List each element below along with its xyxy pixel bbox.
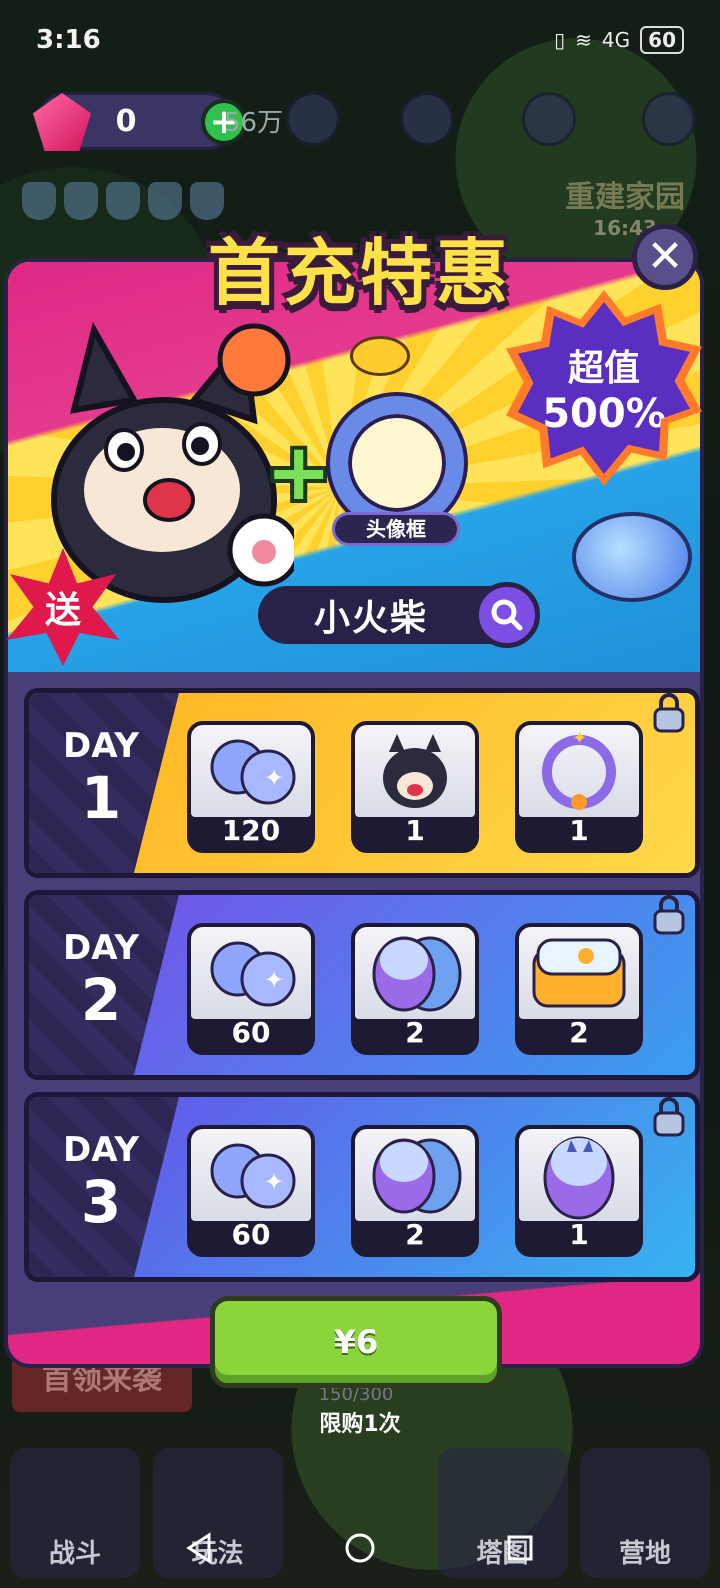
day-label: DAY 2 [51,931,151,1029]
svg-text:✦: ✦ [264,1168,284,1196]
reward-count: 1 [569,1218,589,1251]
status-icons: ▯ ≋ 4G 60 [554,26,684,54]
reward-item[interactable]: 2 [351,1125,479,1257]
avatar-frame-preview [330,396,464,530]
day-number: 3 [80,1168,122,1236]
recents-button[interactable] [500,1528,540,1568]
value-badge-line2: 500% [542,391,666,437]
battery-icon: 60 [640,26,684,54]
capsule-egg-decoration-icon [572,512,692,602]
capsule-egg-icon [519,1129,639,1221]
vibrate-icon: ▯ [554,28,566,52]
pet-name: 小火柴 [314,598,429,639]
reward-count: 120 [221,814,281,847]
day-row-3: DAY 3 ✦ 60 2 1 [24,1092,700,1282]
crystal-orbs-icon: ✦ [191,725,311,817]
day-word: DAY [63,928,139,968]
buy-price: ¥6 [333,1323,379,1361]
day-word: DAY [63,726,139,766]
top-hud: 0 + 56万 [24,92,704,154]
wifi-icon: ≋ [575,28,592,52]
reward-item[interactable]: ✦ 60 [187,1125,315,1257]
back-icon [186,1532,211,1564]
reward-count: 60 [231,1016,271,1049]
recents-icon [507,1535,533,1561]
reward-count: 60 [231,1218,271,1251]
reward-item[interactable]: ✦ 60 [187,923,315,1055]
reward-count: 1 [405,814,425,847]
frame-label: 头像框 [332,512,460,546]
pet-detail-button[interactable] [474,582,540,648]
home-icon [345,1533,375,1563]
upgrade-icon[interactable] [642,92,696,146]
close-button[interactable]: ✕ [632,224,698,290]
home-button[interactable] [340,1528,380,1568]
day-row-1: DAY 1 ✦ 120 1 ✦ 1 [24,688,700,878]
dialog-title: 首充特惠 [207,231,512,315]
reward-item[interactable]: ✦ 120 [187,721,315,853]
rebuild-title: 重建家园 [565,180,685,215]
lock-icon [653,693,685,733]
plus-icon: + [266,428,332,518]
upgrade-icon[interactable] [522,92,576,146]
value-badge-line1: 超值 [567,348,640,389]
svg-text:✦: ✦ [264,966,284,994]
status-bar: 3:16 ▯ ≋ 4G 60 [0,0,720,80]
day-number: 2 [80,966,122,1034]
crystal-orbs-icon: ✦ [191,1129,311,1221]
lock-icon [653,895,685,935]
reward-count: 1 [569,814,589,847]
reward-item[interactable]: 1 [351,721,479,853]
gem-count: 0 [115,103,137,139]
candy-icon [350,336,410,376]
coin-count: 56万 [224,108,284,138]
status-time: 3:16 [36,25,101,55]
day-label: DAY 3 [51,1133,151,1231]
gem-counter: 0 + [33,92,247,151]
reward-count: 2 [405,1016,425,1049]
system-nav-bar [0,1508,720,1588]
reward-count: 2 [405,1218,425,1251]
shiba-pet-icon [355,725,475,817]
upgrade-icon[interactable] [400,92,454,146]
svg-text:✦: ✦ [264,764,284,792]
reward-item[interactable]: 2 [515,923,643,1055]
reward-count: 2 [569,1016,589,1049]
reward-item[interactable]: 2 [351,923,479,1055]
purchase-limit: 限购1次 [319,1412,401,1437]
svg-text:✦: ✦ [572,728,587,749]
crystal-orbs-icon: ✦ [191,927,311,1019]
buy-button[interactable]: ¥6 [210,1296,502,1388]
day-number: 1 [80,764,122,832]
reward-item[interactable]: ✦ 1 [515,721,643,853]
lunchbox-icon [519,927,639,1019]
pet-name-bar: 小火柴 [258,582,540,648]
reward-item[interactable]: 1 [515,1125,643,1257]
avatar-frame-icon: ✦ [519,725,639,817]
upgrade-icon[interactable] [286,92,340,146]
network-label: 4G [601,28,631,52]
lock-icon [653,1097,685,1137]
day-label: DAY 1 [51,729,151,827]
shiba-pet-illustration [51,322,294,603]
capsule-eggs-icon [355,1129,475,1221]
gem-icon [33,93,91,151]
day-word: DAY [63,1130,139,1170]
day-row-2: DAY 2 ✦ 60 2 2 [24,890,700,1080]
capsule-eggs-icon [355,927,475,1019]
gift-label: 送 [44,590,81,631]
back-button[interactable] [180,1528,220,1568]
search-icon [491,599,523,631]
